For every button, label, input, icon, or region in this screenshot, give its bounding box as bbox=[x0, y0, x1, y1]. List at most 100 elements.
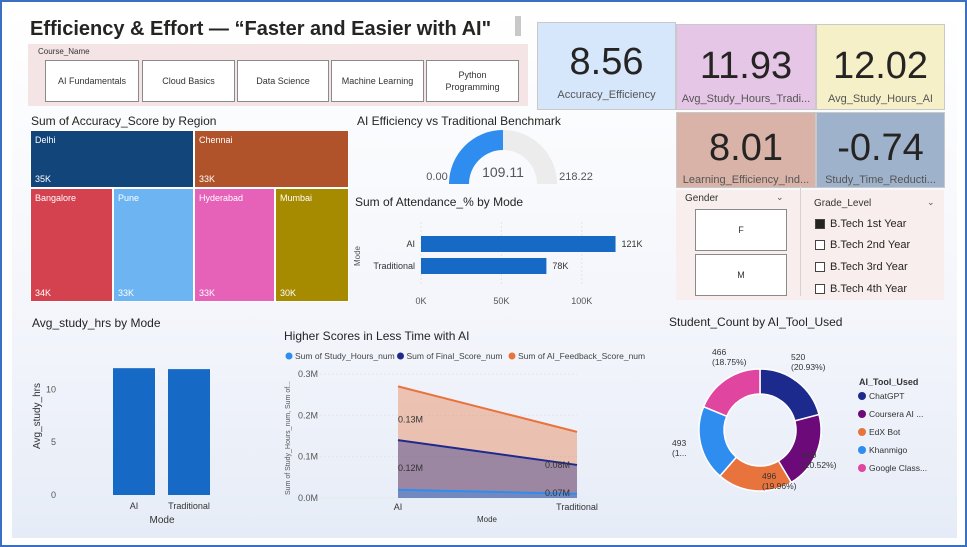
gender-slicer-label: Gender bbox=[685, 193, 719, 204]
checkbox-icon[interactable] bbox=[815, 240, 825, 250]
gauge-value-label: 109.11 bbox=[482, 164, 524, 180]
area-chart: Sum of Study_Hours_num, Sum of... Mode S… bbox=[285, 351, 645, 524]
donut-title: Student_Count by AI_Tool_Used bbox=[669, 315, 843, 329]
tile-value: 33K bbox=[118, 288, 135, 298]
attendance-bar[interactable] bbox=[421, 236, 616, 252]
area-x-tick: Traditional bbox=[556, 502, 598, 512]
donut-data-label-percent: (18.75%) bbox=[712, 357, 747, 367]
treemap-tile-pune[interactable]: Pune 33K bbox=[113, 188, 194, 302]
kpi-card-avg-study-hours-ai[interactable]: 12.02 Avg_Study_Hours_AI bbox=[816, 24, 945, 110]
gauge-min-label: 0.00 bbox=[426, 171, 447, 183]
attendance-x-tick: 0K bbox=[415, 296, 426, 306]
area-data-label: 0.08M bbox=[545, 460, 570, 470]
treemap-tile-mumbai[interactable]: Mumbai 30K bbox=[275, 188, 349, 302]
attendance-bar[interactable] bbox=[421, 258, 547, 274]
gender-option-m[interactable]: M bbox=[695, 254, 787, 296]
kpi-card-study-time-reduction[interactable]: -0.74 Study_Time_Reducti... bbox=[816, 112, 945, 188]
grade-option-label: B.Tech 1st Year bbox=[830, 218, 907, 230]
grade-option-3rd[interactable]: B.Tech 3rd Year bbox=[815, 261, 908, 273]
donut-data-label: 520 bbox=[791, 352, 805, 362]
studyhrs-bar[interactable] bbox=[113, 368, 155, 495]
checkbox-icon[interactable] bbox=[815, 262, 825, 272]
kpi-card-accuracy-efficiency[interactable]: 8.56 Accuracy_Efficiency bbox=[537, 22, 676, 110]
kpi-label: Study_Time_Reducti... bbox=[825, 174, 936, 186]
studyhrs-x-tick: AI bbox=[130, 501, 139, 511]
attendance-y-axis-title: Mode bbox=[353, 245, 362, 266]
kpi-value: 11.93 bbox=[699, 45, 793, 87]
donut-data-label-percent: (1... bbox=[672, 448, 687, 458]
donut-legend-item[interactable]: ChatGPT bbox=[869, 391, 904, 401]
donut-data-label: 493 bbox=[672, 438, 686, 448]
checkbox-icon[interactable] bbox=[815, 284, 825, 294]
area-legend-marker bbox=[508, 352, 516, 360]
course-option-machine-learning[interactable]: Machine Learning bbox=[331, 60, 424, 102]
tile-name: Mumbai bbox=[280, 193, 313, 203]
kpi-label: Avg_Study_Hours_AI bbox=[828, 93, 933, 105]
studyhrs-y-tick: 0 bbox=[51, 490, 56, 500]
area-y-tick: 0.3M bbox=[298, 369, 318, 379]
donut-chart: AI_Tool_Used 520(20.93%) ChatGPT 510(20.52… bbox=[672, 347, 927, 492]
donut-data-label: 466 bbox=[712, 347, 726, 357]
grade-option-label: B.Tech 3rd Year bbox=[830, 261, 908, 273]
treemap-chart: Delhi 35K Chennai 33K Bangalore 34K Pune… bbox=[30, 130, 349, 302]
attendance-category-label: Traditional bbox=[373, 261, 415, 271]
chevron-down-icon[interactable]: ⌄ bbox=[776, 192, 784, 203]
donut-data-label: 496 bbox=[762, 471, 776, 481]
attendance-chart: Mode 0K 50K 100K AI 121K Traditional 78K bbox=[353, 222, 643, 306]
attendance-data-label: 78K bbox=[552, 261, 568, 271]
treemap-tile-chennai[interactable]: Chennai 33K bbox=[194, 130, 349, 188]
kpi-label: Learning_Efficiency_Ind... bbox=[682, 174, 810, 186]
studyhrs-y-tick: 10 bbox=[46, 384, 56, 394]
attendance-x-tick: 50K bbox=[493, 296, 509, 306]
studyhrs-bar[interactable] bbox=[168, 369, 210, 495]
donut-legend-item[interactable]: EdX Bot bbox=[869, 427, 901, 437]
attendance-x-tick: 100K bbox=[571, 296, 592, 306]
area-legend-item: Sum of Study_Hours_num bbox=[295, 351, 395, 361]
area-legend-marker bbox=[397, 352, 404, 360]
studyhrs-y-axis-title: Avg_study_hrs bbox=[32, 383, 43, 449]
scrollbar-thumb[interactable] bbox=[515, 16, 521, 36]
donut-data-label-percent: (20.93%) bbox=[791, 362, 826, 372]
studyhrs-chart: Avg_study_hrs Mode 0 5 10 AI Traditional bbox=[32, 368, 210, 526]
chevron-down-icon[interactable]: ⌄ bbox=[927, 197, 935, 208]
area-data-label: 0.12M bbox=[398, 463, 423, 473]
gauge-max-label: 218.22 bbox=[559, 171, 593, 183]
tile-name: Chennai bbox=[199, 135, 233, 145]
course-slicer-label: Course_Name bbox=[38, 47, 90, 56]
gender-option-f[interactable]: F bbox=[695, 209, 787, 251]
course-option-data-science[interactable]: Data Science bbox=[237, 60, 329, 102]
kpi-card-learning-efficiency-index[interactable]: 8.01 Learning_Efficiency_Ind... bbox=[676, 112, 816, 188]
donut-data-label-percent: (19.96%) bbox=[762, 481, 797, 491]
donut-slice[interactable] bbox=[702, 368, 761, 418]
treemap-tile-bangalore[interactable]: Bangalore 34K bbox=[30, 188, 113, 302]
treemap-tile-delhi[interactable]: Delhi 35K bbox=[30, 130, 194, 188]
donut-data-label-percent: (20.52%) bbox=[802, 460, 837, 470]
treemap-tile-hyderabad[interactable]: Hyderabad 33K bbox=[194, 188, 275, 302]
donut-legend-item[interactable]: Google Class... bbox=[869, 463, 927, 473]
donut-slice[interactable] bbox=[759, 368, 820, 422]
area-x-tick: AI bbox=[394, 502, 403, 512]
grade-option-4th[interactable]: B.Tech 4th Year bbox=[815, 283, 907, 295]
kpi-label: Accuracy_Efficiency bbox=[557, 89, 656, 101]
donut-legend-item[interactable]: Coursera AI ... bbox=[869, 409, 923, 419]
course-option-ai-fundamentals[interactable]: AI Fundamentals bbox=[45, 60, 139, 102]
course-option-cloud-basics[interactable]: Cloud Basics bbox=[142, 60, 235, 102]
filter-divider bbox=[800, 186, 801, 296]
checkbox-icon[interactable] bbox=[815, 219, 825, 229]
kpi-value: 8.01 bbox=[709, 127, 783, 169]
grade-option-2nd[interactable]: B.Tech 2nd Year bbox=[815, 239, 910, 251]
attendance-data-label: 121K bbox=[622, 239, 643, 249]
grade-slicer-label: Grade_Level bbox=[814, 198, 872, 209]
area-y-axis-title: Sum of Study_Hours_num, Sum of... bbox=[285, 381, 292, 495]
tile-value: 30K bbox=[280, 288, 297, 298]
donut-legend-marker bbox=[858, 428, 866, 436]
donut-data-label: 510 bbox=[802, 450, 816, 460]
tile-name: Delhi bbox=[35, 135, 56, 145]
tile-name: Bangalore bbox=[35, 193, 77, 203]
grade-option-1st[interactable]: B.Tech 1st Year bbox=[815, 218, 906, 230]
donut-legend-item[interactable]: Khanmigo bbox=[869, 445, 908, 455]
kpi-value: -0.74 bbox=[837, 127, 924, 169]
kpi-card-avg-study-hours-traditional[interactable]: 11.93 Avg_Study_Hours_Tradi... bbox=[676, 24, 816, 110]
course-option-python-programming[interactable]: Python Programming bbox=[426, 60, 519, 102]
area-data-label: 0.07M bbox=[545, 488, 570, 498]
